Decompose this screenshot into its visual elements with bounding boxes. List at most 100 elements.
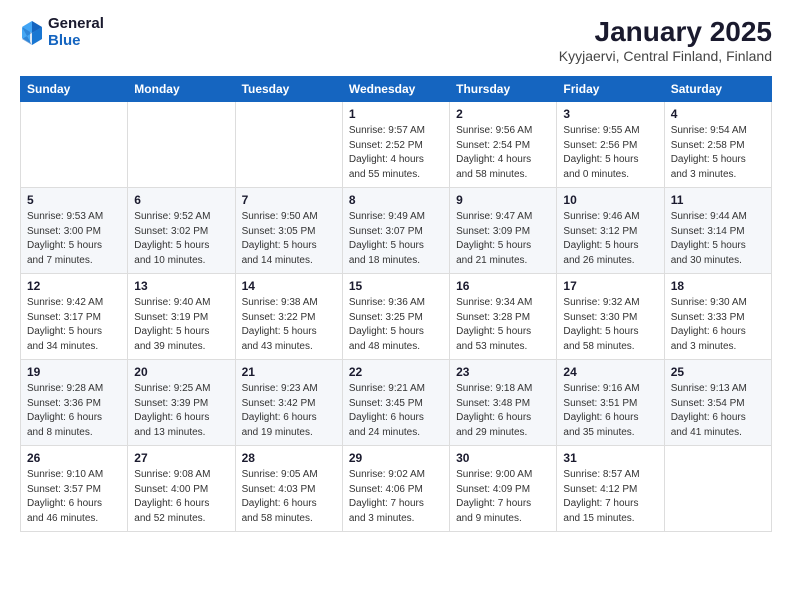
calendar-cell: 10 Sunrise: 9:46 AM Sunset: 3:12 PM Dayli… — [557, 188, 664, 274]
day-number: 25 — [671, 365, 765, 379]
day-info: Sunrise: 9:10 AM Sunset: 3:57 PM Dayligh… — [27, 468, 121, 526]
calendar-cell: 30 Sunrise: 9:00 AM Sunset: 4:09 PM Dayli… — [450, 446, 557, 532]
calendar-cell — [235, 102, 342, 188]
day-number: 10 — [563, 193, 657, 207]
calendar-cell: 1Sunrise: 9:57 AM Sunset: 2:52 PM Daylig… — [342, 102, 449, 188]
weekday-header-monday: Monday — [128, 77, 235, 102]
calendar-cell: 22 Sunrise: 9:21 AM Sunset: 3:45 PM Dayli… — [342, 360, 449, 446]
calendar-cell — [128, 102, 235, 188]
day-info: Sunrise: 9:30 AM Sunset: 3:33 PM Dayligh… — [671, 296, 765, 354]
day-info: Sunrise: 9:50 AM Sunset: 3:05 PM Dayligh… — [242, 210, 336, 268]
calendar-cell: 26 Sunrise: 9:10 AM Sunset: 3:57 PM Dayli… — [21, 446, 128, 532]
calendar-cell: 2Sunrise: 9:56 AM Sunset: 2:54 PM Daylig… — [450, 102, 557, 188]
calendar-table: SundayMondayTuesdayWednesdayThursdayFrid… — [20, 76, 772, 532]
day-number: 13 — [134, 279, 228, 293]
calendar-cell: 3Sunrise: 9:55 AM Sunset: 2:56 PM Daylig… — [557, 102, 664, 188]
weekday-header-saturday: Saturday — [664, 77, 771, 102]
calendar-cell: 14 Sunrise: 9:38 AM Sunset: 3:22 PM Dayli… — [235, 274, 342, 360]
day-info: Sunrise: 9:13 AM Sunset: 3:54 PM Dayligh… — [671, 382, 765, 440]
day-info: Sunrise: 9:00 AM Sunset: 4:09 PM Dayligh… — [456, 468, 550, 526]
calendar-cell: 9Sunrise: 9:47 AM Sunset: 3:09 PM Daylig… — [450, 188, 557, 274]
calendar-cell: 7Sunrise: 9:50 AM Sunset: 3:05 PM Daylig… — [235, 188, 342, 274]
title-block: January 2025 Kyyjaervi, Central Finland,… — [559, 16, 772, 64]
day-number: 23 — [456, 365, 550, 379]
day-number: 6 — [134, 193, 228, 207]
day-info: Sunrise: 9:23 AM Sunset: 3:42 PM Dayligh… — [242, 382, 336, 440]
calendar-cell — [664, 446, 771, 532]
day-info: Sunrise: 9:32 AM Sunset: 3:30 PM Dayligh… — [563, 296, 657, 354]
day-info: Sunrise: 9:28 AM Sunset: 3:36 PM Dayligh… — [27, 382, 121, 440]
calendar-cell: 12 Sunrise: 9:42 AM Sunset: 3:17 PM Dayli… — [21, 274, 128, 360]
calendar-cell: 23Sunrise: 9:18 AM Sunset: 3:48 PM Dayli… — [450, 360, 557, 446]
day-info: Sunrise: 9:38 AM Sunset: 3:22 PM Dayligh… — [242, 296, 336, 354]
day-number: 12 — [27, 279, 121, 293]
day-info: Sunrise: 9:54 AM Sunset: 2:58 PM Dayligh… — [671, 124, 765, 182]
logo-icon — [20, 19, 44, 47]
calendar-title: January 2025 — [559, 16, 772, 48]
day-number: 26 — [27, 451, 121, 465]
day-number: 24 — [563, 365, 657, 379]
calendar-cell: 27 Sunrise: 9:08 AM Sunset: 4:00 PM Dayli… — [128, 446, 235, 532]
calendar-cell: 4Sunrise: 9:54 AM Sunset: 2:58 PM Daylig… — [664, 102, 771, 188]
calendar-cell: 28Sunrise: 9:05 AM Sunset: 4:03 PM Dayli… — [235, 446, 342, 532]
day-number: 30 — [456, 451, 550, 465]
header: General Blue January 2025 Kyyjaervi, Cen… — [20, 16, 772, 64]
week-row-3: 12 Sunrise: 9:42 AM Sunset: 3:17 PM Dayli… — [21, 274, 772, 360]
calendar-cell: 19Sunrise: 9:28 AM Sunset: 3:36 PM Dayli… — [21, 360, 128, 446]
day-number: 21 — [242, 365, 336, 379]
calendar-cell: 5 Sunrise: 9:53 AM Sunset: 3:00 PM Daylig… — [21, 188, 128, 274]
weekday-header-friday: Friday — [557, 77, 664, 102]
day-number: 15 — [349, 279, 443, 293]
calendar-cell: 21 Sunrise: 9:23 AM Sunset: 3:42 PM Dayli… — [235, 360, 342, 446]
weekday-header-row: SundayMondayTuesdayWednesdayThursdayFrid… — [21, 77, 772, 102]
calendar-cell: 29 Sunrise: 9:02 AM Sunset: 4:06 PM Dayli… — [342, 446, 449, 532]
day-number: 8 — [349, 193, 443, 207]
day-info: Sunrise: 9:08 AM Sunset: 4:00 PM Dayligh… — [134, 468, 228, 526]
day-info: Sunrise: 9:57 AM Sunset: 2:52 PM Dayligh… — [349, 124, 443, 182]
weekday-header-tuesday: Tuesday — [235, 77, 342, 102]
day-number: 5 — [27, 193, 121, 207]
calendar-subtitle: Kyyjaervi, Central Finland, Finland — [559, 48, 772, 64]
day-number: 29 — [349, 451, 443, 465]
day-number: 20 — [134, 365, 228, 379]
weekday-header-thursday: Thursday — [450, 77, 557, 102]
day-info: Sunrise: 9:02 AM Sunset: 4:06 PM Dayligh… — [349, 468, 443, 526]
day-info: Sunrise: 9:49 AM Sunset: 3:07 PM Dayligh… — [349, 210, 443, 268]
day-number: 27 — [134, 451, 228, 465]
day-number: 14 — [242, 279, 336, 293]
day-number: 28 — [242, 451, 336, 465]
calendar-cell: 25 Sunrise: 9:13 AM Sunset: 3:54 PM Dayli… — [664, 360, 771, 446]
day-info: Sunrise: 9:21 AM Sunset: 3:45 PM Dayligh… — [349, 382, 443, 440]
calendar-cell — [21, 102, 128, 188]
day-info: Sunrise: 9:36 AM Sunset: 3:25 PM Dayligh… — [349, 296, 443, 354]
day-info: Sunrise: 8:57 AM Sunset: 4:12 PM Dayligh… — [563, 468, 657, 526]
weekday-header-sunday: Sunday — [21, 77, 128, 102]
calendar-cell: 8 Sunrise: 9:49 AM Sunset: 3:07 PM Daylig… — [342, 188, 449, 274]
day-number: 22 — [349, 365, 443, 379]
day-info: Sunrise: 9:52 AM Sunset: 3:02 PM Dayligh… — [134, 210, 228, 268]
day-info: Sunrise: 9:46 AM Sunset: 3:12 PM Dayligh… — [563, 210, 657, 268]
day-info: Sunrise: 9:25 AM Sunset: 3:39 PM Dayligh… — [134, 382, 228, 440]
calendar-cell: 16Sunrise: 9:34 AM Sunset: 3:28 PM Dayli… — [450, 274, 557, 360]
weekday-header-wednesday: Wednesday — [342, 77, 449, 102]
calendar-cell: 31Sunrise: 8:57 AM Sunset: 4:12 PM Dayli… — [557, 446, 664, 532]
week-row-2: 5 Sunrise: 9:53 AM Sunset: 3:00 PM Daylig… — [21, 188, 772, 274]
day-info: Sunrise: 9:40 AM Sunset: 3:19 PM Dayligh… — [134, 296, 228, 354]
page: General Blue January 2025 Kyyjaervi, Cen… — [0, 0, 792, 552]
day-info: Sunrise: 9:53 AM Sunset: 3:00 PM Dayligh… — [27, 210, 121, 268]
calendar-cell: 13 Sunrise: 9:40 AM Sunset: 3:19 PM Dayli… — [128, 274, 235, 360]
week-row-4: 19Sunrise: 9:28 AM Sunset: 3:36 PM Dayli… — [21, 360, 772, 446]
calendar-cell: 15 Sunrise: 9:36 AM Sunset: 3:25 PM Dayli… — [342, 274, 449, 360]
day-number: 17 — [563, 279, 657, 293]
day-number: 3 — [563, 107, 657, 121]
week-row-5: 26 Sunrise: 9:10 AM Sunset: 3:57 PM Dayli… — [21, 446, 772, 532]
logo-general-text: General — [48, 16, 104, 33]
day-info: Sunrise: 9:44 AM Sunset: 3:14 PM Dayligh… — [671, 210, 765, 268]
day-number: 18 — [671, 279, 765, 293]
day-number: 16 — [456, 279, 550, 293]
day-info: Sunrise: 9:42 AM Sunset: 3:17 PM Dayligh… — [27, 296, 121, 354]
logo: General Blue — [20, 16, 104, 49]
calendar-cell: 18 Sunrise: 9:30 AM Sunset: 3:33 PM Dayli… — [664, 274, 771, 360]
day-info: Sunrise: 9:16 AM Sunset: 3:51 PM Dayligh… — [563, 382, 657, 440]
day-number: 2 — [456, 107, 550, 121]
